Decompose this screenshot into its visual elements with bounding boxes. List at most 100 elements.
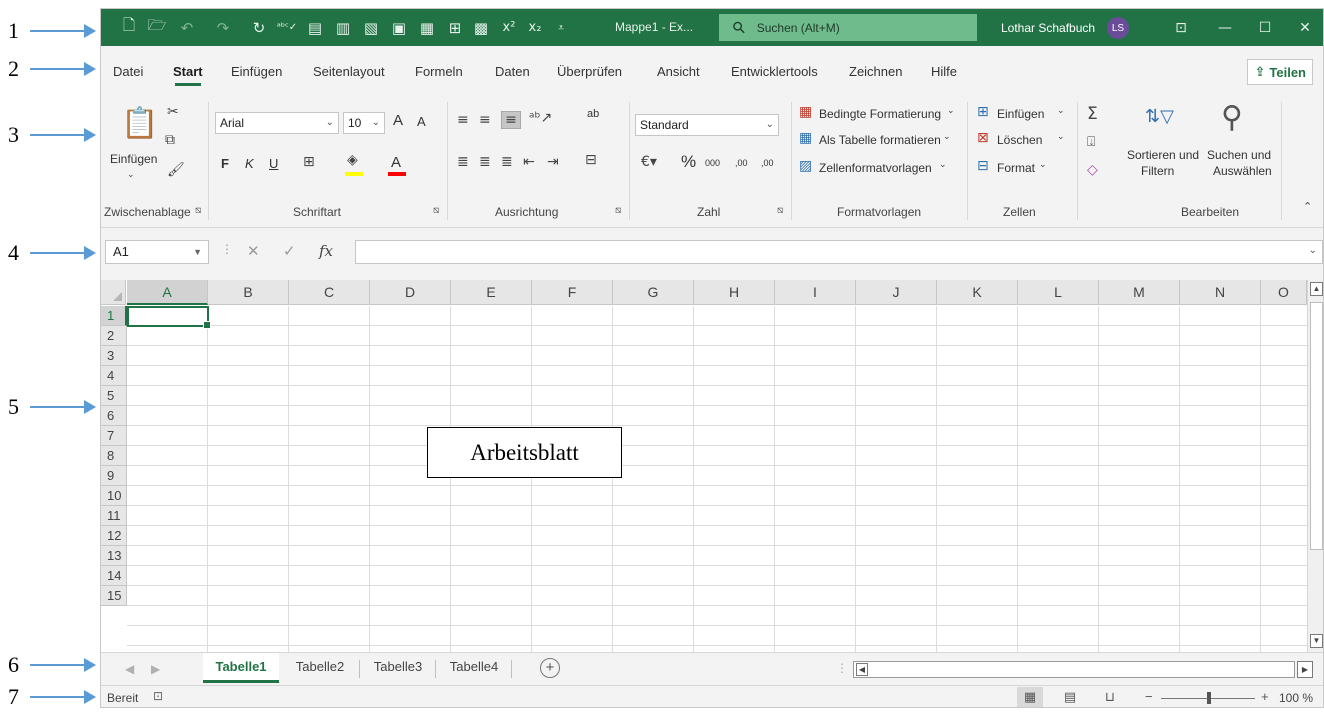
row-header-4[interactable]: 4 xyxy=(101,366,127,386)
avatar[interactable]: LS xyxy=(1107,17,1129,39)
normal-view-icon[interactable]: ▦ xyxy=(1017,687,1043,707)
column-header-a[interactable]: A xyxy=(127,280,208,305)
row-header-2[interactable]: 2 xyxy=(101,326,127,346)
cell-grid[interactable] xyxy=(127,306,1307,652)
form-icon[interactable]: ▧ xyxy=(357,9,385,46)
column-header-i[interactable]: I xyxy=(775,280,856,305)
print-icon[interactable]: ▥ xyxy=(329,9,357,46)
share-button[interactable]: ⇪ Teilen xyxy=(1247,59,1313,85)
row-header-11[interactable]: 11 xyxy=(101,506,127,526)
grow-font-button[interactable]: A xyxy=(393,112,403,129)
tab-seitenlayout[interactable]: Seitenlayout xyxy=(313,64,385,79)
collapse-ribbon-icon[interactable]: ⌃ xyxy=(1303,200,1312,213)
chevron-down-icon[interactable]: ▼ xyxy=(193,241,202,263)
page-break-view-icon[interactable]: ⊔ xyxy=(1097,687,1123,707)
tab-start[interactable]: Start xyxy=(173,64,203,86)
column-header-c[interactable]: C xyxy=(289,280,370,305)
search-box[interactable]: ⚲ Suchen (Alt+M) xyxy=(719,14,977,41)
column-header-n[interactable]: N xyxy=(1180,280,1261,305)
align-right-icon[interactable]: ≣ xyxy=(501,154,513,170)
underline-button[interactable]: U xyxy=(269,156,278,171)
redo-icon[interactable]: ↷ xyxy=(209,9,237,46)
zoom-in-button[interactable]: + xyxy=(1261,689,1269,704)
shrink-font-button[interactable]: A xyxy=(417,114,426,129)
number-launcher-icon[interactable]: ⧅ xyxy=(777,205,783,216)
scroll-left-icon[interactable]: ◀ xyxy=(856,663,868,676)
scroll-right-icon[interactable]: ▶ xyxy=(1297,661,1313,678)
cancel-icon[interactable]: ✕ xyxy=(247,242,260,260)
splitter-handle-icon[interactable]: ⋮ xyxy=(836,661,848,675)
fill-color-icon[interactable]: ◈ xyxy=(347,152,358,168)
align-center-icon[interactable]: ≣ xyxy=(479,154,491,170)
spelling-icon[interactable]: ᵃᵇᶜ✓ xyxy=(273,9,301,46)
tab-entwicklertools[interactable]: Entwicklertools xyxy=(731,64,818,79)
column-header-g[interactable]: G xyxy=(613,280,694,305)
user-name[interactable]: Lothar Schafbuch xyxy=(1001,21,1095,35)
insert-function-button[interactable]: fx xyxy=(319,242,333,260)
chevron-down-icon[interactable]: ⌄ xyxy=(127,170,135,180)
scroll-up-icon[interactable]: ▲ xyxy=(1310,282,1323,296)
new-file-icon[interactable]: 🗋 xyxy=(115,9,143,46)
alignment-launcher-icon[interactable]: ⧅ xyxy=(615,205,621,216)
chevron-down-icon[interactable]: ⌄ xyxy=(943,132,951,142)
tab-daten[interactable]: Daten xyxy=(495,64,530,79)
row-header-1[interactable]: 1 xyxy=(101,306,127,326)
row-header-15[interactable]: 15 xyxy=(101,586,127,606)
minimize-icon[interactable]: — xyxy=(1205,9,1245,46)
format-as-table-button[interactable]: Als Tabelle formatieren xyxy=(819,133,941,147)
align-middle-icon[interactable]: ≡ xyxy=(479,112,491,128)
cut-icon[interactable]: ✂ xyxy=(167,104,179,120)
row-header-6[interactable]: 6 xyxy=(101,406,127,426)
column-header-b[interactable]: B xyxy=(208,280,289,305)
thousands-button[interactable]: 000 xyxy=(705,158,720,168)
row-header-5[interactable]: 5 xyxy=(101,386,127,406)
chevron-down-icon[interactable]: ⌄ xyxy=(1039,160,1047,170)
merge-center-icon[interactable]: ⊟ xyxy=(585,152,597,168)
row-header-8[interactable]: 8 xyxy=(101,446,127,466)
tab-datei[interactable]: Datei xyxy=(113,64,143,79)
sheet-tab-tabelle2[interactable]: Tabelle2 xyxy=(283,653,357,683)
select-all-button[interactable] xyxy=(101,280,126,305)
tab-hilfe[interactable]: Hilfe xyxy=(931,64,957,79)
row-header-10[interactable]: 10 xyxy=(101,486,127,506)
formula-input[interactable]: ⌄ xyxy=(355,240,1323,264)
wrap-text-button[interactable]: ab xyxy=(587,108,599,120)
chevron-down-icon[interactable]: ⌄ xyxy=(1057,106,1065,116)
zoom-level[interactable]: 100 % xyxy=(1279,691,1313,705)
column-header-m[interactable]: M xyxy=(1099,280,1180,305)
font-launcher-icon[interactable]: ⧅ xyxy=(433,205,439,216)
print-preview-icon[interactable]: ▤ xyxy=(301,9,329,46)
row-header-7[interactable]: 7 xyxy=(101,426,127,446)
undo-icon[interactable]: ↶ xyxy=(173,9,201,46)
close-icon[interactable]: ✕ xyxy=(1285,9,1323,46)
row-header-9[interactable]: 9 xyxy=(101,466,127,486)
italic-button[interactable]: K xyxy=(245,156,254,171)
vertical-scrollbar[interactable]: ▲ ▼ xyxy=(1307,280,1323,652)
column-header-f[interactable]: F xyxy=(532,280,613,305)
column-header-o[interactable]: O xyxy=(1261,280,1307,305)
name-box[interactable]: A1 ▼ xyxy=(105,240,209,264)
column-header-l[interactable]: L xyxy=(1018,280,1099,305)
clipboard-launcher-icon[interactable]: ⧅ xyxy=(195,205,201,216)
align-left-icon[interactable]: ≣ xyxy=(457,154,469,170)
tab-ueberpruefen[interactable]: Überprüfen xyxy=(557,64,622,79)
find-select-button[interactable]: Suchen und xyxy=(1207,148,1271,162)
refresh-icon[interactable]: ↻ xyxy=(245,9,273,46)
active-cell[interactable] xyxy=(127,306,211,329)
percent-button[interactable]: % xyxy=(681,152,696,172)
open-folder-icon[interactable]: 🗁 xyxy=(143,9,171,46)
subscript-icon[interactable]: x₂ xyxy=(521,9,549,46)
horizontal-scrollbar[interactable]: ◀ xyxy=(853,661,1295,678)
cell-styles-button[interactable]: Zellenformatvorlagen xyxy=(819,161,932,175)
zoom-out-button[interactable]: − xyxy=(1145,689,1153,704)
tab-ansicht[interactable]: Ansicht xyxy=(657,64,700,79)
macro-recorder-icon[interactable]: ⊡ xyxy=(153,689,163,703)
align-bottom-icon[interactable]: ≡ xyxy=(501,111,521,129)
chevron-down-icon[interactable]: ⌄ xyxy=(1309,245,1317,256)
sheet-tab-tabelle3[interactable]: Tabelle3 xyxy=(363,653,433,683)
grid-icon[interactable]: ▩ xyxy=(467,9,495,46)
copy-icon[interactable]: ⧉ xyxy=(165,132,175,148)
clear-icon[interactable]: ◇ xyxy=(1087,162,1098,178)
next-sheet-icon[interactable]: ▶ xyxy=(151,662,160,676)
orientation-icon[interactable]: ᵃᵇ↗ xyxy=(529,110,552,126)
